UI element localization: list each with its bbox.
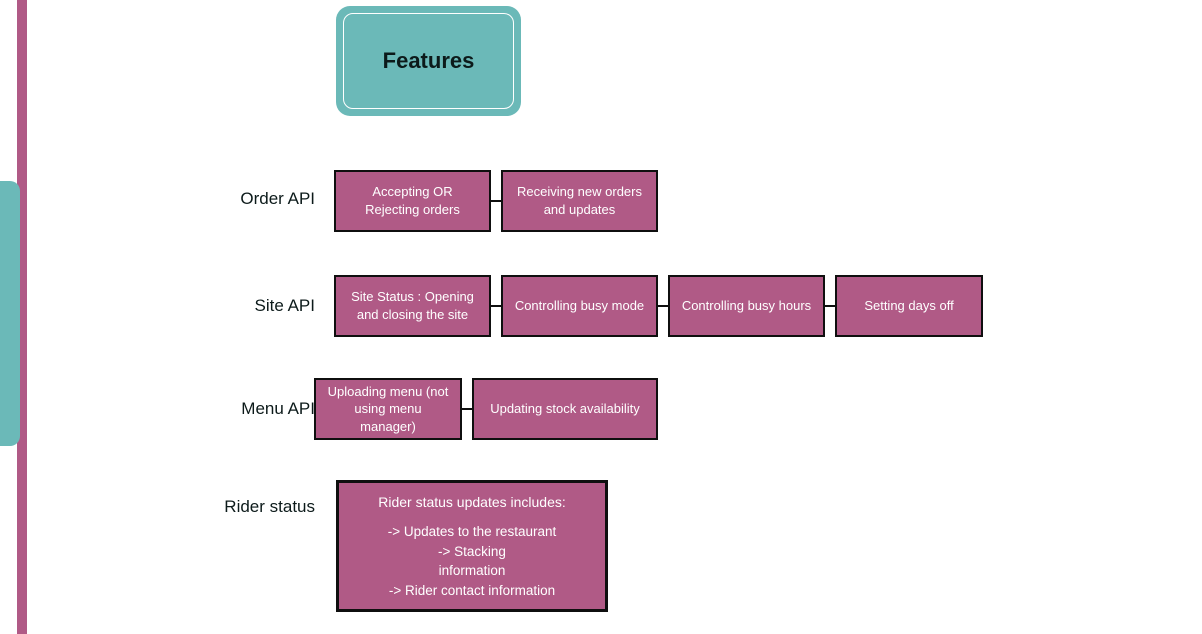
rider-status-line-1: -> Updates to the restaurant [353,522,591,542]
rider-status-line-4: -> Rider contact information [353,581,591,601]
menu-api-node-2-text: Updating stock availability [490,400,640,418]
site-api-node-2-text: Controlling busy mode [515,297,644,315]
connector-site-3 [825,305,835,307]
features-header-box: Features [336,6,521,116]
site-api-label: Site API [160,296,315,316]
order-api-label: Order API [160,189,315,209]
rider-status-box: Rider status updates includes: -> Update… [336,480,608,612]
menu-api-node-1-text: Uploading menu (not using menu manager) [326,383,450,436]
rider-status-label: Rider status [160,497,315,517]
rider-status-line-2: -> Stacking [353,542,591,562]
left-bar-teal [0,181,20,446]
order-api-node-2: Receiving new orders and updates [501,170,658,232]
site-api-node-2: Controlling busy mode [501,275,658,337]
connector-order-1 [491,200,501,202]
connector-site-1 [491,305,501,307]
rider-status-title: Rider status updates includes: [353,492,591,512]
connector-site-2 [658,305,668,307]
menu-api-node-2: Updating stock availability [472,378,658,440]
site-api-node-1-text: Site Status : Opening and closing the si… [346,288,479,323]
order-api-node-2-text: Receiving new orders and updates [513,183,646,218]
rider-status-line-3: information [353,561,591,581]
order-api-node-1-text: Accepting OR Rejecting orders [346,183,479,218]
connector-menu-1 [462,408,472,410]
site-api-node-4-text: Setting days off [864,297,953,315]
site-api-node-3: Controlling busy hours [668,275,825,337]
site-api-node-4: Setting days off [835,275,983,337]
site-api-node-3-text: Controlling busy hours [682,297,811,315]
site-api-node-1: Site Status : Opening and closing the si… [334,275,491,337]
menu-api-label: Menu API [160,399,315,419]
order-api-node-1: Accepting OR Rejecting orders [334,170,491,232]
features-title: Features [383,48,475,74]
menu-api-node-1: Uploading menu (not using menu manager) [314,378,462,440]
